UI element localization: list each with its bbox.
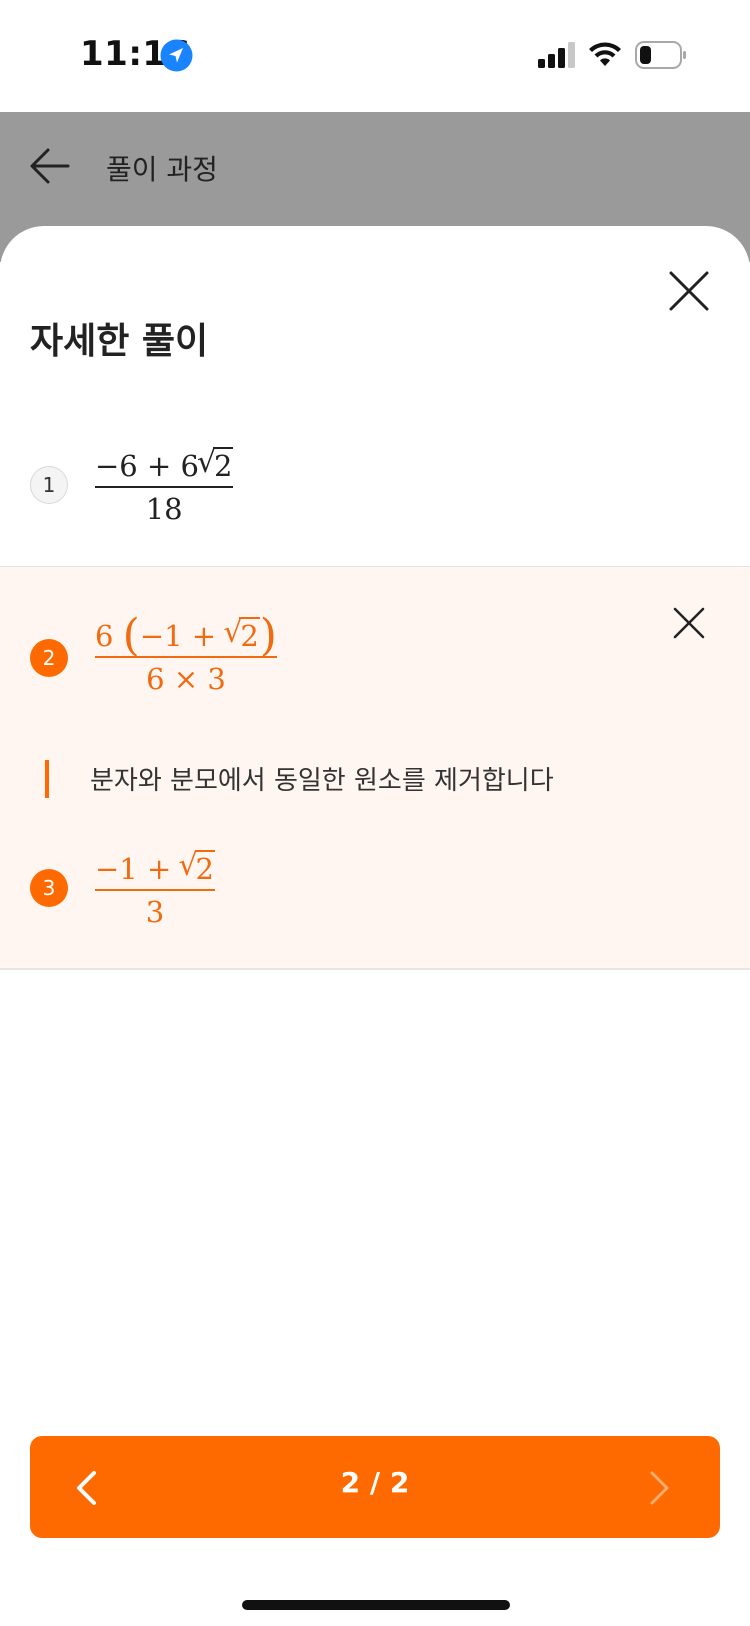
- step-pager: 2 / 2: [30, 1436, 720, 1538]
- step-number-badge: 2: [30, 639, 68, 677]
- fraction-numerator: −1 + 2: [95, 848, 215, 887]
- step-3-expression[interactable]: −1 + 2 3: [95, 848, 215, 930]
- fraction-numerator: 6 (−1 + 2): [95, 614, 277, 658]
- location-arrow-icon: [160, 39, 193, 72]
- explanation-marker: [45, 760, 49, 798]
- cellular-signal-icon: [538, 42, 575, 68]
- chevron-right-icon[interactable]: [646, 1470, 672, 1506]
- header-title: 풀이 과정: [106, 153, 218, 186]
- status-bar: 11:16: [0, 0, 750, 112]
- page-indicator: 2 / 2: [340, 1466, 410, 1499]
- fraction-denominator: 3: [145, 895, 165, 929]
- home-indicator: [242, 1600, 510, 1610]
- fraction-denominator: 6 × 3: [146, 662, 226, 696]
- sheet-title: 자세한 풀이: [30, 321, 209, 362]
- wifi-icon: [589, 42, 621, 66]
- step-1-expression[interactable]: −6 + 62 18: [95, 445, 234, 527]
- fraction-bar: [95, 656, 277, 658]
- fraction-bar: [95, 889, 215, 891]
- close-icon[interactable]: [668, 270, 710, 312]
- fraction-bar: [95, 486, 234, 488]
- divider: [0, 968, 750, 970]
- step-2-expression[interactable]: 6 (−1 + 2) 6 × 3: [95, 614, 277, 697]
- step-explanation: 분자와 분모에서 동일한 원소를 제거합니다: [90, 766, 554, 796]
- back-arrow-icon[interactable]: [28, 146, 72, 186]
- fraction-denominator: 18: [145, 492, 183, 526]
- step-number-badge: 3: [30, 869, 68, 907]
- fraction-numerator: −6 + 62: [95, 445, 234, 484]
- step-number-badge: 1: [30, 466, 68, 504]
- sqrt-symbol: 2: [223, 615, 260, 654]
- sqrt-symbol: 2: [197, 445, 234, 484]
- sqrt-symbol: 2: [178, 848, 215, 887]
- close-icon[interactable]: [672, 606, 706, 640]
- battery-icon: [635, 41, 686, 69]
